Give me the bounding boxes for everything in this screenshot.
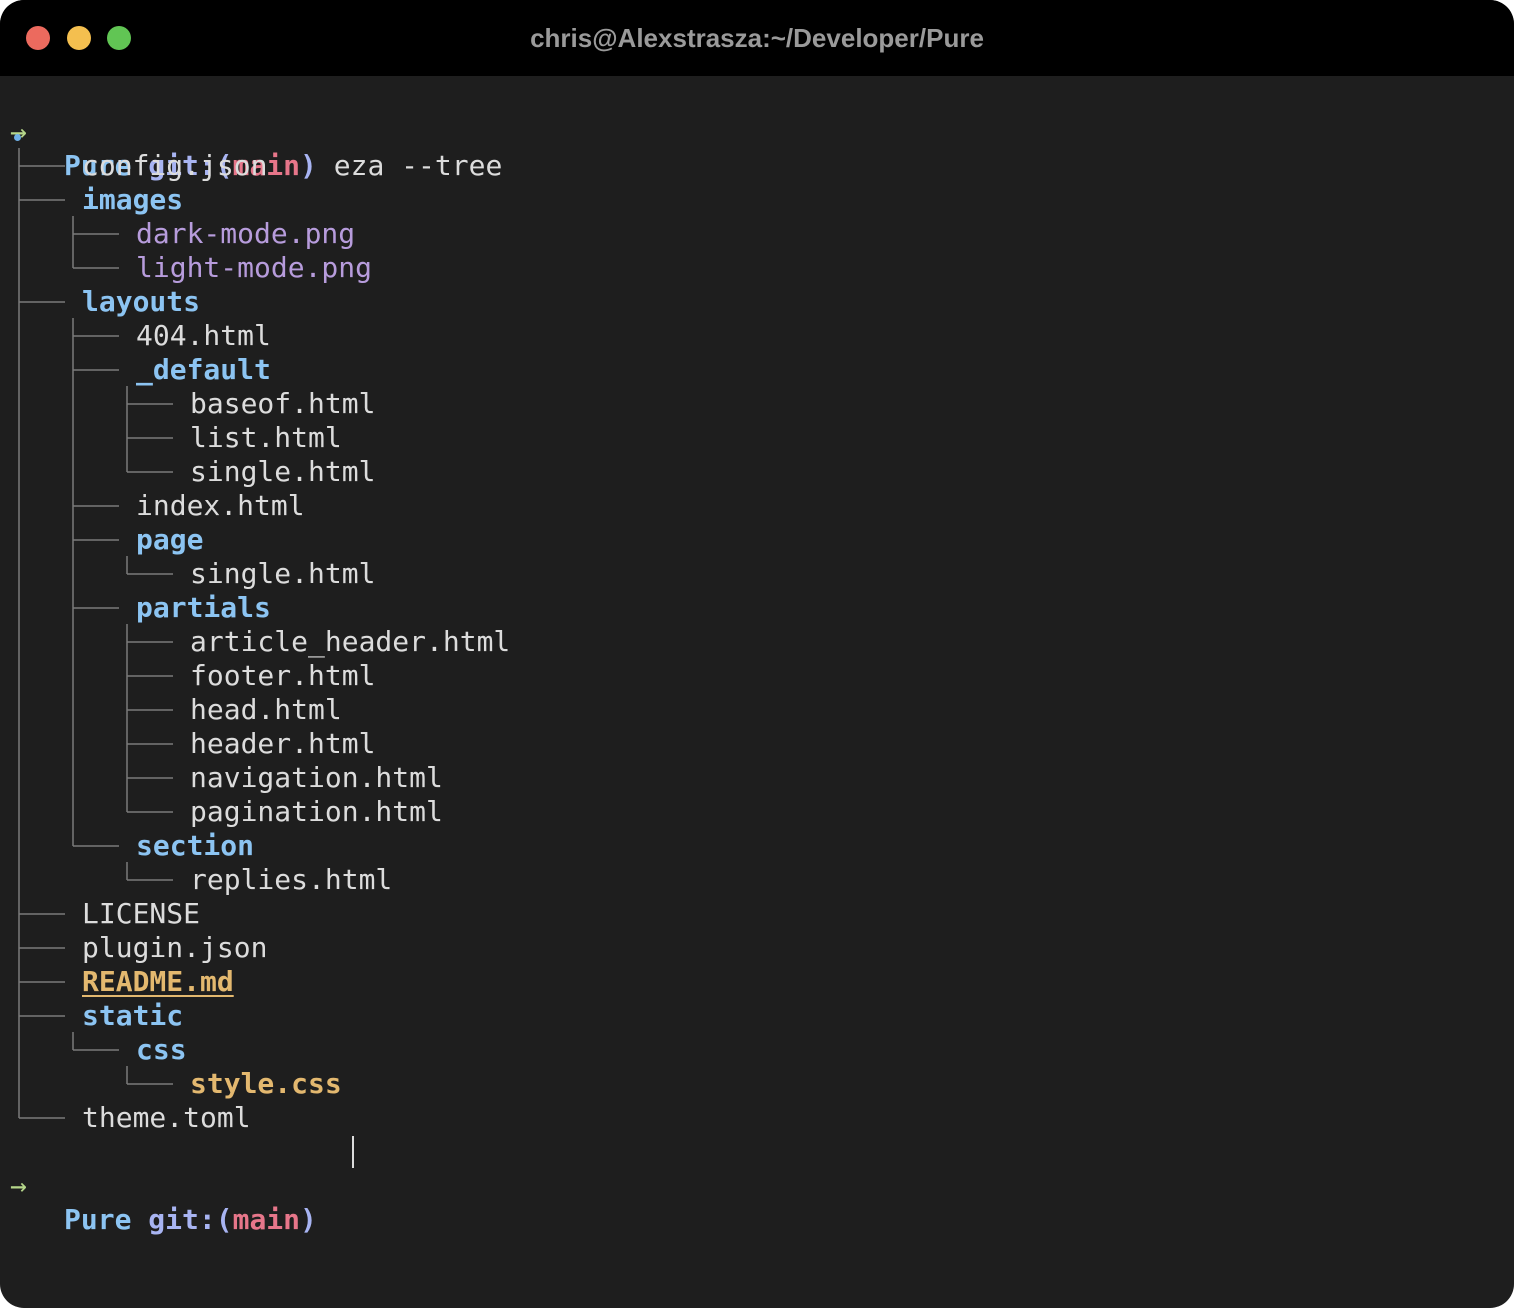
window-title: chris@Alexstrasza:~/Developer/Pure	[530, 23, 984, 53]
tree-entry-config-json: config.json	[82, 149, 268, 182]
tree-entry-index-html: index.html	[136, 489, 305, 522]
tree-entry-section-dir: section	[136, 829, 255, 862]
prompt-branch: main	[232, 1203, 301, 1236]
tree-entry-page-single-html: single.html	[190, 557, 376, 590]
tree-entry-css-dir: css	[136, 1033, 187, 1066]
prompt-arrow-icon: →	[10, 1169, 27, 1202]
tree-entry-default-dir: _default	[136, 353, 271, 386]
tree-entry-light-mode-png: light-mode.png	[136, 251, 373, 284]
tree-entry-404-html: 404.html	[136, 319, 271, 352]
tree-entry-partials-dir: partials	[136, 591, 271, 624]
tree-entry-list-html: list.html	[190, 421, 342, 454]
tree-entry-readme-md: README.md	[82, 965, 234, 998]
tree-entry-page-dir: page	[136, 523, 204, 556]
tree-entry-article-header-html: article_header.html	[190, 625, 511, 658]
text-cursor	[352, 1136, 354, 1168]
tree-entry-navigation-html: navigation.html	[190, 761, 443, 794]
title-bar[interactable]: chris@Alexstrasza:~/Developer/Pure	[0, 0, 1514, 76]
terminal-window: chris@Alexstrasza:~/Developer/Pure → Pur…	[0, 0, 1514, 1308]
tree-entry-footer-html: footer.html	[190, 659, 376, 692]
prompt-segment: Pure git:(main)	[64, 1203, 317, 1237]
tree-entry-license: LICENSE	[82, 897, 201, 930]
tree-entry-header-html: header.html	[190, 727, 376, 760]
tree-entry-dark-mode-png: dark-mode.png	[136, 217, 356, 250]
tree-entry-pagination-html: pagination.html	[190, 795, 443, 828]
tree-entry-baseof-html: baseof.html	[190, 387, 376, 420]
tree-entry-single-html: single.html	[190, 455, 376, 488]
tree-entry-head-html: head.html	[190, 693, 342, 726]
prompt-line-current[interactable]: → Pure git:(main)	[0, 1135, 1514, 1236]
terminal-content[interactable]: → Pure git:(main) eza --tree config.json…	[0, 76, 1514, 1308]
prompt-git-prefix: git:(	[148, 1203, 233, 1236]
tree-entry-plugin-json: plugin.json	[82, 931, 268, 964]
tree-entry-static-dir: static	[82, 999, 184, 1032]
tree-entry-theme-toml: theme.toml	[82, 1101, 251, 1134]
tree-entry-replies-html: replies.html	[190, 863, 393, 896]
tree-entry-layouts-dir: layouts	[82, 285, 201, 318]
tree-entry-images-dir: images	[82, 183, 184, 216]
prompt-directory: Pure	[64, 1203, 132, 1236]
prompt-git-suffix: )	[300, 1203, 317, 1236]
tree-entry-style-css: style.css	[190, 1067, 342, 1100]
